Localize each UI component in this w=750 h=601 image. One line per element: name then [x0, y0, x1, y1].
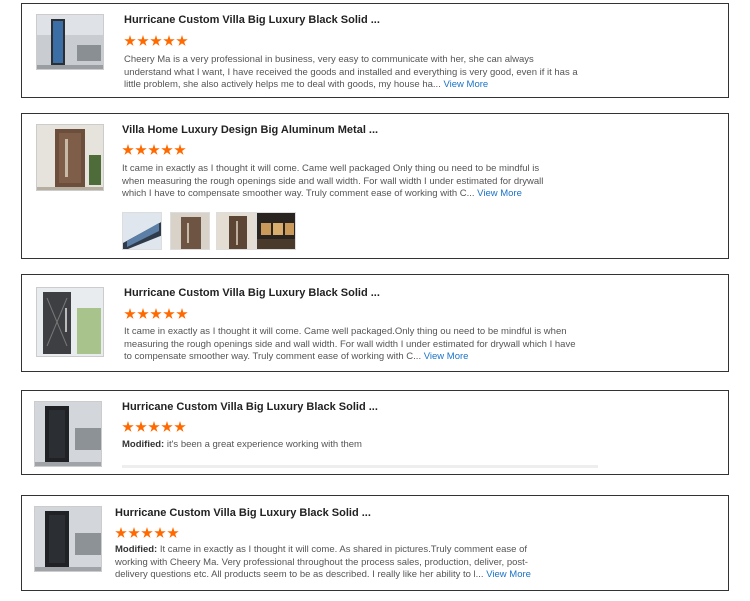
modified-label: Modified:	[115, 544, 158, 555]
star-icon	[135, 421, 147, 432]
modified-label: Modified:	[122, 439, 165, 450]
star-icon	[150, 35, 162, 46]
view-more-link[interactable]: View More	[486, 569, 531, 580]
product-title[interactable]: Hurricane Custom Villa Big Luxury Black …	[122, 401, 378, 413]
star-icon	[137, 308, 149, 319]
star-icon	[161, 144, 173, 155]
product-thumbnail[interactable]	[36, 287, 104, 357]
star-icon	[174, 421, 186, 432]
review-card: Hurricane Custom Villa Big Luxury Black …	[21, 3, 729, 98]
star-icon	[176, 35, 188, 46]
star-rating	[124, 35, 188, 47]
star-icon	[167, 527, 179, 538]
product-title[interactable]: Hurricane Custom Villa Big Luxury Black …	[115, 507, 371, 519]
review-photo[interactable]	[170, 212, 210, 250]
product-thumbnail[interactable]	[34, 401, 102, 467]
view-more-link[interactable]: View More	[477, 188, 522, 199]
divider	[122, 465, 598, 468]
star-icon	[163, 308, 175, 319]
review-text: Modified: It came in exactly as I though…	[115, 544, 559, 582]
review-photo[interactable]	[216, 212, 256, 250]
star-icon	[122, 144, 134, 155]
star-icon	[115, 527, 127, 538]
review-body: It came in exactly as I thought it will …	[115, 544, 528, 580]
star-icon	[150, 308, 162, 319]
review-text: Modified: it's been a great experience w…	[122, 439, 574, 452]
product-thumbnail[interactable]	[34, 506, 102, 572]
star-icon	[135, 144, 147, 155]
product-title[interactable]: Hurricane Custom Villa Big Luxury Black …	[124, 287, 380, 299]
review-body: it's been a great experience working wit…	[166, 439, 362, 450]
review-photo[interactable]	[256, 212, 296, 250]
review-card: Hurricane Custom Villa Big Luxury Black …	[21, 390, 729, 475]
review-text: Cheery Ma is a very professional in busi…	[124, 54, 580, 92]
view-more-link[interactable]: View More	[443, 79, 488, 90]
product-title[interactable]: Hurricane Custom Villa Big Luxury Black …	[124, 14, 380, 26]
star-icon	[124, 35, 136, 46]
review-text: It came in exactly as I thought it will …	[124, 326, 576, 364]
star-rating	[122, 144, 186, 156]
view-more-link[interactable]: View More	[424, 351, 469, 362]
review-text: It came in exactly as I thought it will …	[122, 163, 564, 201]
star-rating	[124, 308, 188, 320]
product-title[interactable]: Villa Home Luxury Design Big Aluminum Me…	[122, 124, 378, 136]
review-body: It came in exactly as I thought it will …	[124, 326, 576, 362]
star-rating	[115, 527, 179, 539]
review-card: Hurricane Custom Villa Big Luxury Black …	[21, 274, 729, 372]
star-icon	[137, 35, 149, 46]
star-icon	[163, 35, 175, 46]
star-icon	[176, 308, 188, 319]
star-rating	[122, 421, 186, 433]
star-icon	[148, 421, 160, 432]
star-icon	[141, 527, 153, 538]
product-thumbnail[interactable]	[36, 124, 104, 191]
star-icon	[124, 308, 136, 319]
review-card: Villa Home Luxury Design Big Aluminum Me…	[21, 113, 729, 259]
star-icon	[148, 144, 160, 155]
star-icon	[154, 527, 166, 538]
star-icon	[174, 144, 186, 155]
star-icon	[122, 421, 134, 432]
product-thumbnail[interactable]	[36, 14, 104, 70]
review-card: Hurricane Custom Villa Big Luxury Black …	[21, 495, 729, 591]
review-photo[interactable]	[122, 212, 162, 250]
star-icon	[161, 421, 173, 432]
review-body: Cheery Ma is a very professional in busi…	[124, 54, 578, 90]
star-icon	[128, 527, 140, 538]
